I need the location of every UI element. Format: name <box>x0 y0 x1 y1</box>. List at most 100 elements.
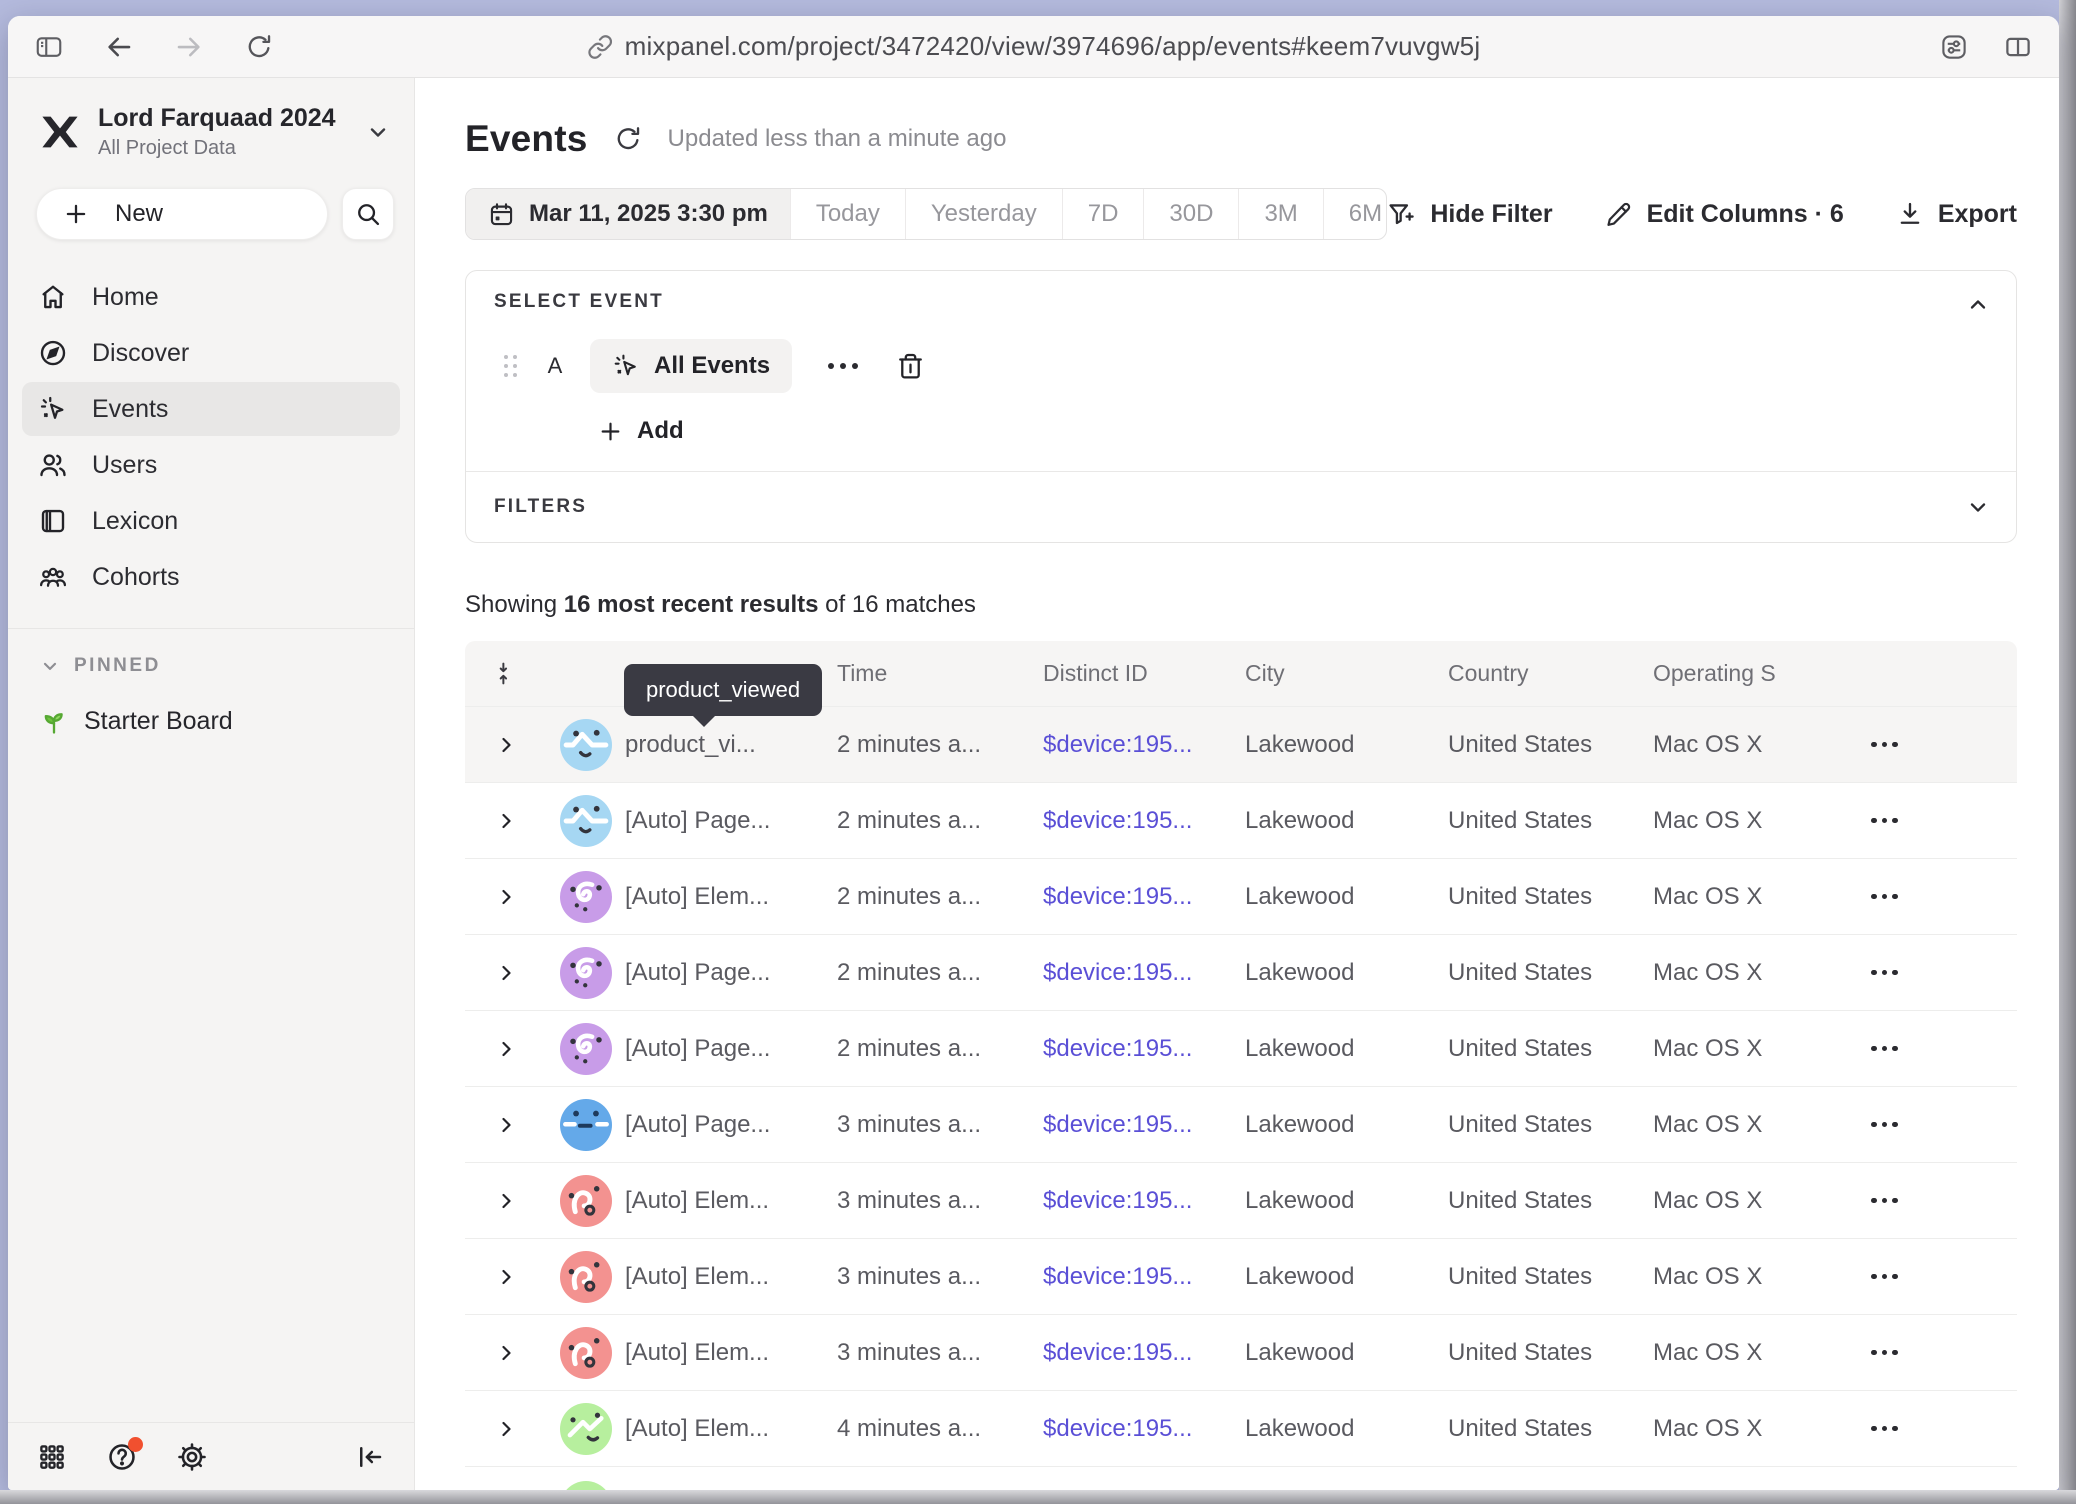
row-more-button[interactable] <box>1863 806 1906 836</box>
tooltip-text: product_viewed <box>646 677 800 703</box>
event-name: [Auto] Elem... <box>625 1263 837 1291</box>
refresh-data-icon[interactable] <box>614 125 642 153</box>
date-range-control: Mar 11, 2025 3:30 pm TodayYesterday7D30D… <box>465 188 1387 240</box>
table-row[interactable]: [Auto] Page...2 minutes a...$device:195.… <box>465 934 2017 1010</box>
export-button[interactable]: Export <box>1896 200 2017 229</box>
table-row[interactable] <box>465 1466 2017 1490</box>
row-more-button[interactable] <box>1863 882 1906 912</box>
updated-status: Updated less than a minute ago <box>668 125 1007 153</box>
browser-sidebar-toggle-icon[interactable] <box>34 32 64 62</box>
pinned-section-header[interactable]: PINNED <box>8 629 414 677</box>
row-more-button[interactable] <box>1863 1110 1906 1140</box>
distinct-id-link[interactable]: $device:195... <box>1043 1035 1245 1063</box>
table-row[interactable]: [Auto] Page...3 minutes a...$device:195.… <box>465 1086 2017 1162</box>
expand-filters-icon[interactable] <box>1966 495 1990 519</box>
edit-columns-button[interactable]: Edit Columns · 6 <box>1605 200 1844 229</box>
table-row[interactable]: [Auto] Elem...2 minutes a...$device:195.… <box>465 858 2017 934</box>
sidebar-item-home[interactable]: Home <box>22 270 400 324</box>
event-selector-chip[interactable]: All Events <box>590 339 792 393</box>
collapse-section-icon[interactable] <box>1966 293 1990 317</box>
table-row[interactable]: [Auto] Page...2 minutes a...$device:195.… <box>465 782 2017 858</box>
os-value: Mac OS X <box>1653 731 1863 759</box>
sort-time-icon[interactable] <box>494 661 519 686</box>
table-row[interactable]: [Auto] Elem...3 minutes a...$device:195.… <box>465 1314 2017 1390</box>
table-row[interactable]: [Auto] Elem...3 minutes a...$device:195.… <box>465 1238 2017 1314</box>
event-name: [Auto] Elem... <box>625 883 837 911</box>
event-time: 2 minutes a... <box>837 959 1043 987</box>
hide-filter-button[interactable]: Hide Filter <box>1387 200 1552 229</box>
row-more-button[interactable] <box>1863 1414 1906 1444</box>
city-value: Lakewood <box>1245 959 1448 987</box>
range-3m[interactable]: 3M <box>1238 189 1322 239</box>
sidebar-nav: Home Discover EventsUsersLexiconCohorts <box>8 270 414 604</box>
help-icon[interactable] <box>106 1441 138 1473</box>
table-row[interactable]: [Auto] Page...2 minutes a...$device:195.… <box>465 1010 2017 1086</box>
add-event-button[interactable]: Add <box>598 417 684 445</box>
event-row-more-button[interactable] <box>822 353 864 379</box>
expand-row-icon[interactable] <box>494 733 518 757</box>
expand-row-icon[interactable] <box>494 1189 518 1213</box>
distinct-id-link[interactable]: $device:195... <box>1043 731 1245 759</box>
os-value: Mac OS X <box>1653 1187 1863 1215</box>
country-value: United States <box>1448 1339 1653 1367</box>
sidebar-item-starter-board[interactable]: Starter Board <box>8 677 414 736</box>
row-more-button[interactable] <box>1863 1262 1906 1292</box>
distinct-id-link[interactable]: $device:195... <box>1043 1415 1245 1443</box>
range-30d[interactable]: 30D <box>1143 189 1238 239</box>
expand-row-icon[interactable] <box>494 885 518 909</box>
row-more-button[interactable] <box>1863 730 1906 760</box>
new-button-label: New <box>115 200 163 228</box>
distinct-id-link[interactable]: $device:195... <box>1043 959 1245 987</box>
expand-row-icon[interactable] <box>494 1037 518 1061</box>
drag-handle[interactable] <box>504 355 518 378</box>
new-button[interactable]: New <box>36 188 328 240</box>
range-7d[interactable]: 7D <box>1062 189 1144 239</box>
page-settings-icon[interactable] <box>1939 32 1969 62</box>
refresh-icon[interactable] <box>244 32 274 62</box>
browser-window: mixpanel.com/project/3472420/view/397469… <box>8 16 2059 1490</box>
apps-grid-icon[interactable] <box>36 1441 68 1473</box>
address-bar[interactable]: mixpanel.com/project/3472420/view/397469… <box>587 16 1481 77</box>
collapse-sidebar-icon[interactable] <box>354 1441 386 1473</box>
row-more-button[interactable] <box>1863 958 1906 988</box>
forward-icon[interactable] <box>174 32 204 62</box>
distinct-id-link[interactable]: $device:195... <box>1043 807 1245 835</box>
edit-columns-label: Edit Columns · 6 <box>1647 200 1844 229</box>
expand-row-icon[interactable] <box>494 1113 518 1137</box>
sidebar-item-events[interactable]: Events <box>22 382 400 436</box>
sidebar-item-lexicon[interactable]: Lexicon <box>22 494 400 548</box>
sidebar-item-cohorts[interactable]: Cohorts <box>22 550 400 604</box>
row-more-button[interactable] <box>1863 1338 1906 1368</box>
gear-icon[interactable] <box>176 1441 208 1473</box>
filters-section[interactable]: FILTERS <box>466 472 2016 542</box>
expand-row-icon[interactable] <box>494 1341 518 1365</box>
distinct-id-link[interactable]: $device:195... <box>1043 1187 1245 1215</box>
pinned-label: PINNED <box>74 655 161 677</box>
expand-row-icon[interactable] <box>494 809 518 833</box>
range-6m[interactable]: 6M <box>1323 189 1388 239</box>
sidebar-item-users[interactable]: Users <box>22 438 400 492</box>
sidebar-item-discover[interactable]: Discover <box>22 326 400 380</box>
distinct-id-link[interactable]: $device:195... <box>1043 883 1245 911</box>
distinct-id-link[interactable]: $device:195... <box>1043 1263 1245 1291</box>
trash-icon[interactable] <box>896 352 925 381</box>
range-yesterday[interactable]: Yesterday <box>905 189 1062 239</box>
project-switcher[interactable]: Lord Farquaad 2024 All Project Data <box>8 78 414 170</box>
table-row[interactable]: [Auto] Elem...3 minutes a...$device:195.… <box>465 1162 2017 1238</box>
row-more-button[interactable] <box>1863 1034 1906 1064</box>
range-today[interactable]: Today <box>790 189 905 239</box>
table-row[interactable]: [Auto] Elem...4 minutes a...$device:195.… <box>465 1390 2017 1466</box>
distinct-id-link[interactable]: $device:195... <box>1043 1111 1245 1139</box>
date-picker-button[interactable]: Mar 11, 2025 3:30 pm <box>466 189 790 239</box>
row-more-button[interactable] <box>1863 1186 1906 1216</box>
event-name: [Auto] Page... <box>625 807 837 835</box>
expand-row-icon[interactable] <box>494 1417 518 1441</box>
os-value: Mac OS X <box>1653 1339 1863 1367</box>
expand-row-icon[interactable] <box>494 1265 518 1289</box>
search-button[interactable] <box>342 188 394 240</box>
expand-row-icon[interactable] <box>494 961 518 985</box>
back-icon[interactable] <box>104 32 134 62</box>
distinct-id-link[interactable]: $device:195... <box>1043 1339 1245 1367</box>
sidebar-item-label: Discover <box>92 339 189 368</box>
split-view-icon[interactable] <box>2003 32 2033 62</box>
